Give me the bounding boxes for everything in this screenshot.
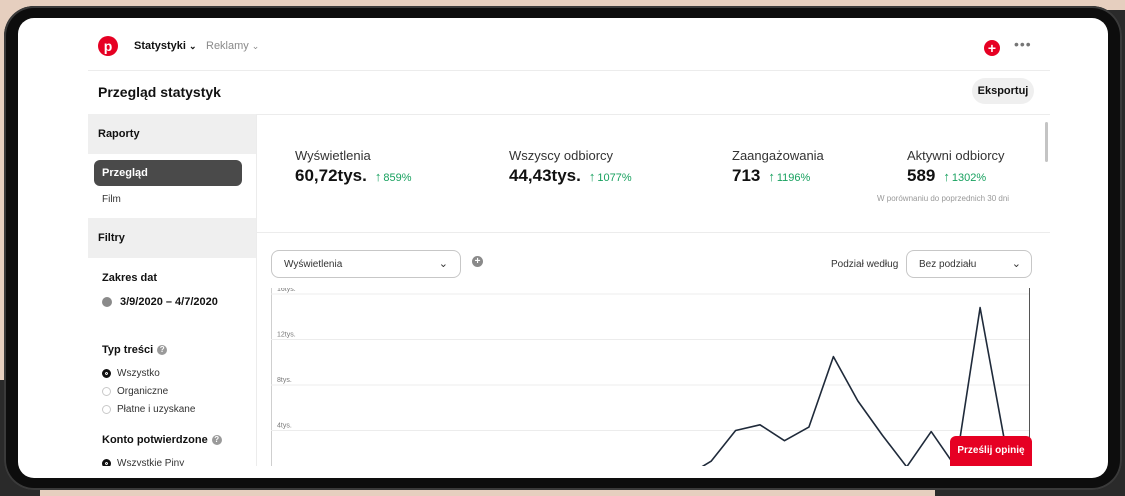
split-by-select-value: Bez podziału [919,259,977,270]
stat-value: 713 [732,166,761,185]
stat-change-value: 859% [383,172,412,184]
scrollbar-thumb[interactable] [1045,122,1048,162]
radio-label: Płatne i uzyskane [117,404,196,415]
export-button[interactable]: Eksportuj [972,78,1034,104]
stat-label: Wszyscy odbiorcy [509,148,614,163]
radio-selected-icon [102,368,111,378]
y-tick-label: 16tys. [277,288,296,293]
sidebar-item-label: Przegląd [102,167,148,179]
help-icon[interactable]: ? [211,435,222,446]
stat-label: Wyświetlenia [295,148,371,163]
stat-change: ↑ 1196% [768,169,811,184]
page-title: Przegląd statystyk [98,84,221,100]
help-icon[interactable]: ? [157,345,168,356]
sidebar-section-filters: Filtry [88,218,256,258]
split-by-select[interactable]: Bez podziału ⌄ [906,250,1032,278]
radio-unselected-icon [102,404,111,414]
clock-icon [102,297,112,308]
arrow-up-icon: ↑ [768,169,775,184]
chevron-down-icon: ⌄ [438,258,448,270]
date-range-label: Zakres dat [102,272,158,284]
confirmed-account-label: Konto potwierdzone? [102,434,222,446]
metric-select[interactable]: Wyświetlenia ⌄ [271,250,461,278]
sidebar-item-przeglad[interactable]: Przegląd [94,160,242,186]
nav-statystyki[interactable]: Statystyki ⌄ [134,40,197,52]
stat-change: ↑ 859% [374,169,412,184]
sidebar-section-reports: Raporty [88,114,256,154]
stat-value-row: 60,72tys. ↑ 859% [295,166,411,186]
pinterest-logo-icon[interactable]: p [98,36,118,56]
radio-wszystko[interactable]: Wszystko [102,368,160,379]
content-type-label-text: Typ treści [102,344,154,356]
stat-value: 44,43tys. [509,166,581,185]
stat-change-value: 1196% [776,172,811,184]
stat-total-audience: Wszyscy odbiorcy 44,43tys. ↑ 1077% [509,148,632,186]
content-type-label: Typ treści? [102,344,168,356]
radio-label: Wszystko [117,368,160,379]
more-options-icon[interactable]: ••• [1014,36,1032,52]
stat-value-row: 44,43tys. ↑ 1077% [509,166,632,186]
arrow-up-icon: ↑ [943,169,950,184]
radio-unselected-icon [102,386,111,396]
nav-reklamy[interactable]: Reklamy ⌄ [206,40,259,52]
compare-note: W porównaniu do poprzednich 30 dni [877,194,1010,203]
radio-selected-icon [102,458,111,466]
radio-label: Wszystkie Piny [117,458,185,466]
stat-impressions: Wyświetlenia 60,72tys. ↑ 859% [295,148,411,186]
stat-value-row: 589 ↑ 1302% [907,166,1005,186]
sidebar-section-filters-label: Filtry [98,232,125,244]
sidebar-item-film[interactable]: Film [102,194,121,205]
date-range-picker[interactable]: 3/9/2020 – 4/7/2020 [102,296,218,308]
radio-wszystkie-piny[interactable]: Wszystkie Piny [102,458,184,466]
stat-label: Zaangażowania [732,148,824,163]
metric-select-value: Wyświetlenia [284,259,343,270]
stat-value-row: 713 ↑ 1196% [732,166,824,186]
stat-value: 60,72tys. [295,166,367,185]
nav-reklamy-label: Reklamy [206,40,249,52]
radio-label: Organiczne [117,386,169,397]
stat-label: Aktywni odbiorcy [907,148,1005,163]
page-header: Przegląd statystyk Eksportuj [88,70,1050,115]
y-tick-label: 8tys. [277,377,292,384]
stat-value: 589 [907,166,936,185]
feedback-button[interactable]: Prześlij opinię [950,436,1032,466]
top-nav-bar: p Statystyki ⌄ Reklamy ⌄ + ••• [88,26,1050,71]
stat-engagements: Zaangażowania 713 ↑ 1196% [732,148,824,186]
add-metric-icon[interactable]: + [472,256,483,267]
y-tick-label: 4tys. [277,423,292,430]
confirmed-account-label-text: Konto potwierdzone [102,434,208,446]
y-tick-label: 12tys. [277,332,296,339]
date-range-value: 3/9/2020 – 4/7/2020 [120,296,218,308]
stat-change: ↑ 1077% [588,169,632,184]
radio-organiczne[interactable]: Organiczne [102,386,168,397]
radio-platne[interactable]: Płatne i uzyskane [102,404,195,415]
split-by-label: Podział według [831,259,899,270]
sidebar: Raporty Przegląd Film Filtry Zakres dat … [88,114,257,466]
stat-change: ↑ 1302% [943,169,987,184]
stat-engaged-audience: Aktywni odbiorcy 589 ↑ 1302% [907,148,1005,186]
chart-svg: 16tys. 12tys. 8tys. 4tys. [271,288,1030,466]
series-line [701,306,1030,466]
nav-statystyki-label: Statystyki [134,40,186,52]
chevron-down-icon: ⌄ [188,41,197,51]
app-screen: p Statystyki ⌄ Reklamy ⌄ + ••• Przegląd st… [88,26,1050,466]
arrow-up-icon: ↑ [588,169,596,184]
stat-change-value: 1302% [951,172,987,184]
impressions-chart: 16tys. 12tys. 8tys. 4tys. [271,288,1031,466]
create-plus-icon[interactable]: + [984,40,1000,56]
chevron-down-icon: ⌄ [251,41,260,51]
arrow-up-icon: ↑ [374,169,382,184]
chevron-down-icon: ⌄ [1011,258,1021,270]
stat-change-value: 1077% [597,172,632,184]
stats-summary: Wyświetlenia 60,72tys. ↑ 859% Wszyscy odbi… [257,114,1050,233]
sidebar-section-reports-label: Raporty [98,128,140,140]
